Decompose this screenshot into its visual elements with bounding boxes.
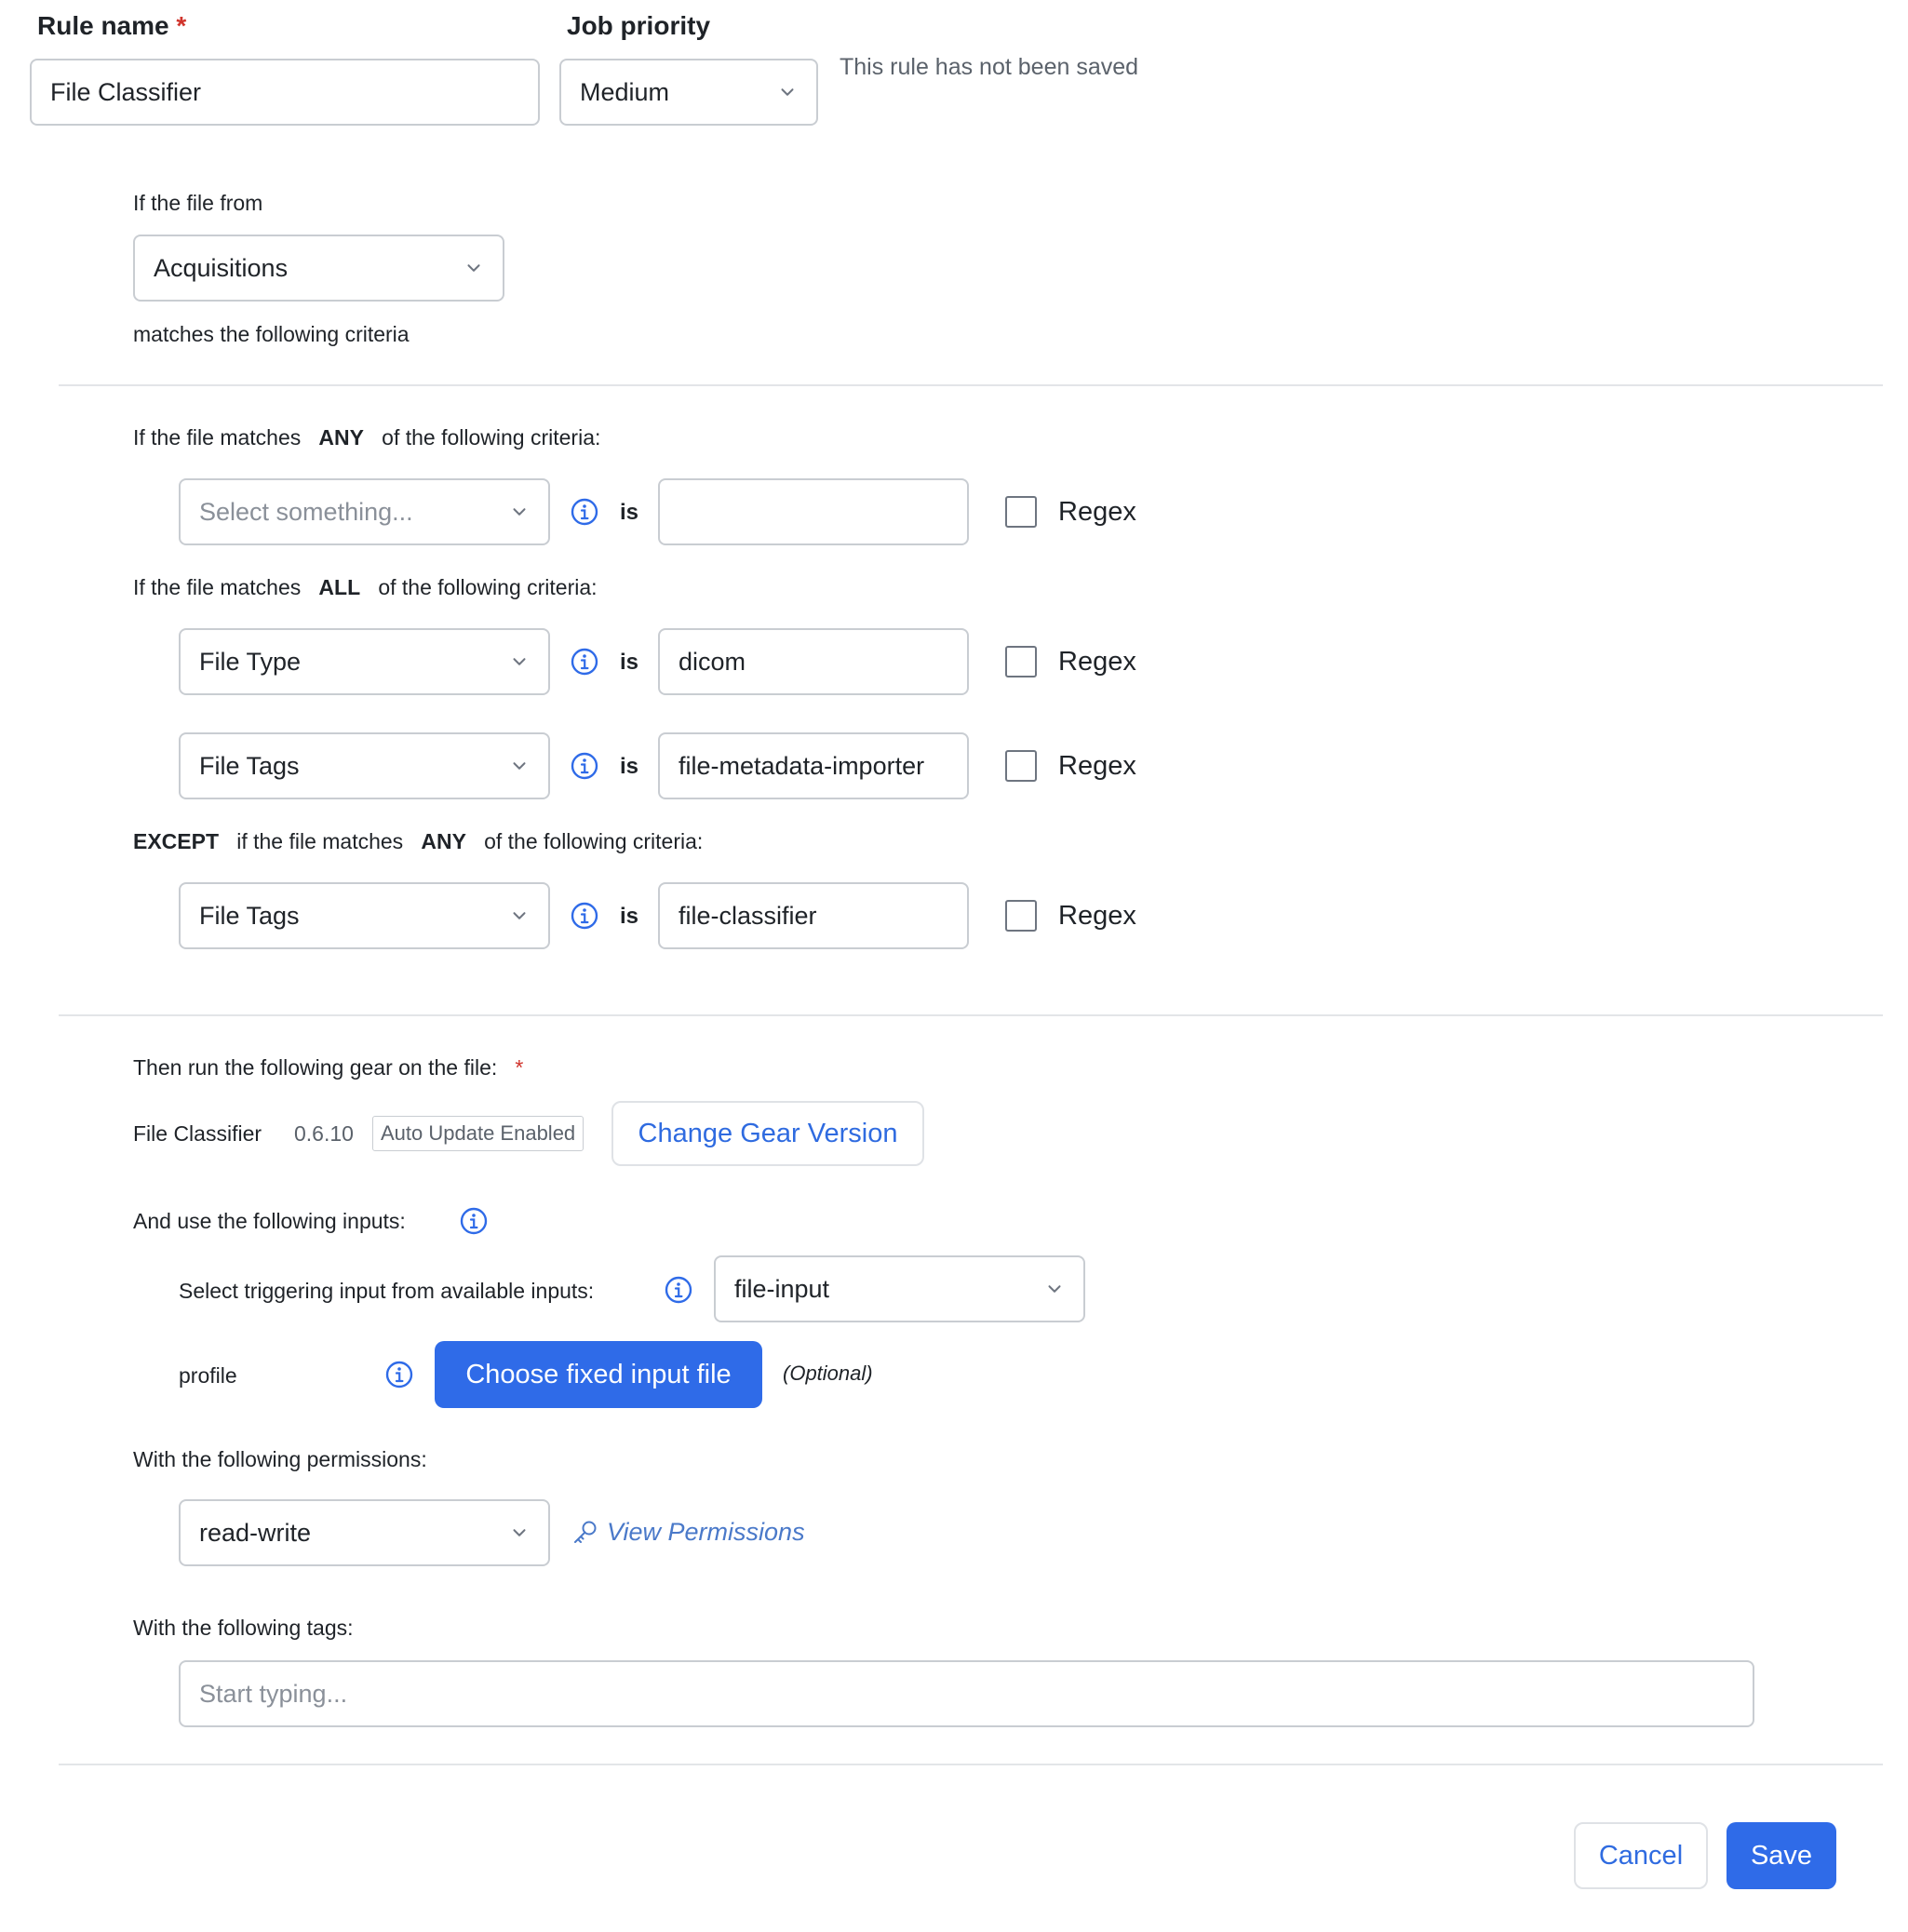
- profile-input-label: profile: [179, 1363, 237, 1388]
- chevron-down-icon: [1044, 1279, 1065, 1299]
- inputs-section-label: And use the following inputs:: [133, 1209, 406, 1233]
- chevron-down-icon: [509, 756, 530, 776]
- all-criterion-value-input[interactable]: file-metadata-importer: [658, 732, 969, 799]
- info-icon[interactable]: [384, 1360, 414, 1389]
- permissions-value: read-write: [199, 1518, 312, 1547]
- choose-fixed-input-file-button[interactable]: Choose fixed input file: [435, 1341, 762, 1408]
- tags-section-label: With the following tags:: [133, 1616, 354, 1640]
- job-priority-select[interactable]: Medium: [559, 59, 818, 126]
- job-priority-label: Job priority: [567, 11, 711, 40]
- info-icon[interactable]: [664, 1275, 693, 1305]
- container-select[interactable]: Acquisitions: [133, 235, 504, 302]
- rule-name-input[interactable]: File Classifier: [30, 59, 540, 126]
- tags-placeholder: Start typing...: [199, 1679, 348, 1708]
- triggering-input-label: Select triggering input from available i…: [179, 1279, 595, 1303]
- cancel-button[interactable]: Cancel: [1574, 1822, 1708, 1889]
- info-icon[interactable]: [459, 1206, 489, 1236]
- operator-label: is: [620, 754, 639, 779]
- job-priority-value: Medium: [580, 77, 670, 106]
- regex-label: Regex: [1058, 751, 1136, 781]
- all-criterion-field-select[interactable]: File Type: [179, 628, 550, 695]
- container-value: Acquisitions: [154, 253, 289, 282]
- chevron-down-icon: [509, 906, 530, 926]
- optional-note: (Optional): [783, 1362, 873, 1385]
- permissions-select[interactable]: read-write: [179, 1499, 550, 1566]
- section-divider: [59, 384, 1883, 386]
- field-value: File Type: [199, 647, 302, 676]
- regex-label: Regex: [1058, 901, 1136, 931]
- regex-checkbox[interactable]: [1005, 646, 1037, 678]
- regex-checkbox[interactable]: [1005, 496, 1037, 528]
- rule-name-label: Rule name *: [37, 11, 187, 40]
- all-criterion-value-input[interactable]: dicom: [658, 628, 969, 695]
- triggering-input-select[interactable]: file-input: [714, 1255, 1085, 1322]
- chevron-down-icon: [509, 1523, 530, 1543]
- chevron-down-icon: [509, 502, 530, 522]
- change-gear-version-button[interactable]: Change Gear Version: [611, 1101, 924, 1166]
- operator-label: is: [620, 904, 639, 929]
- rule-name-value: File Classifier: [50, 77, 202, 106]
- all-criteria-heading: If the file matches ALL of the following…: [133, 575, 598, 599]
- regex-label: Regex: [1058, 647, 1136, 677]
- field-placeholder: Select something...: [199, 497, 413, 526]
- source-outro: matches the following criteria: [133, 322, 410, 346]
- info-icon[interactable]: [570, 647, 599, 677]
- criterion-value: dicom: [679, 647, 746, 676]
- auto-update-badge: Auto Update Enabled: [372, 1116, 584, 1151]
- gear-section-label: Then run the following gear on the file:…: [133, 1055, 524, 1080]
- info-icon[interactable]: [570, 901, 599, 931]
- info-icon[interactable]: [570, 751, 599, 781]
- criterion-value: file-classifier: [679, 901, 817, 930]
- required-mark: *: [515, 1055, 524, 1080]
- key-icon: [574, 1521, 597, 1543]
- field-value: File Tags: [199, 901, 300, 930]
- except-criterion-field-select[interactable]: File Tags: [179, 882, 550, 949]
- section-divider: [59, 1014, 1883, 1016]
- required-mark: *: [176, 11, 187, 40]
- criterion-value: file-metadata-importer: [679, 751, 925, 780]
- regex-checkbox[interactable]: [1005, 900, 1037, 932]
- any-criterion-field-select[interactable]: Select something...: [179, 478, 550, 545]
- chevron-down-icon: [464, 258, 484, 278]
- view-permissions-text: View Permissions: [607, 1518, 805, 1546]
- operator-label: is: [620, 650, 639, 675]
- tags-input[interactable]: Start typing...: [179, 1660, 1754, 1727]
- chevron-down-icon: [777, 82, 798, 102]
- chevron-down-icon: [509, 651, 530, 672]
- triggering-input-value: file-input: [734, 1274, 830, 1303]
- gear-name: File Classifier: [133, 1121, 262, 1146]
- regex-checkbox[interactable]: [1005, 750, 1037, 782]
- except-criterion-value-input[interactable]: file-classifier: [658, 882, 969, 949]
- section-divider: [59, 1764, 1883, 1765]
- source-intro: If the file from: [133, 191, 263, 215]
- operator-label: is: [620, 500, 639, 525]
- info-icon[interactable]: [570, 497, 599, 527]
- view-permissions-link[interactable]: View Permissions: [571, 1518, 805, 1547]
- except-criteria-heading: EXCEPT if the file matches ANY of the fo…: [133, 829, 704, 853]
- any-criteria-heading: If the file matches ANY of the following…: [133, 425, 601, 449]
- field-value: File Tags: [199, 751, 300, 780]
- permissions-section-label: With the following permissions:: [133, 1447, 427, 1471]
- all-criterion-field-select[interactable]: File Tags: [179, 732, 550, 799]
- save-button[interactable]: Save: [1727, 1822, 1836, 1889]
- any-criterion-value-input[interactable]: [658, 478, 969, 545]
- regex-label: Regex: [1058, 497, 1136, 527]
- gear-version: 0.6.10: [294, 1121, 354, 1146]
- save-status-text: This rule has not been saved: [840, 54, 1139, 80]
